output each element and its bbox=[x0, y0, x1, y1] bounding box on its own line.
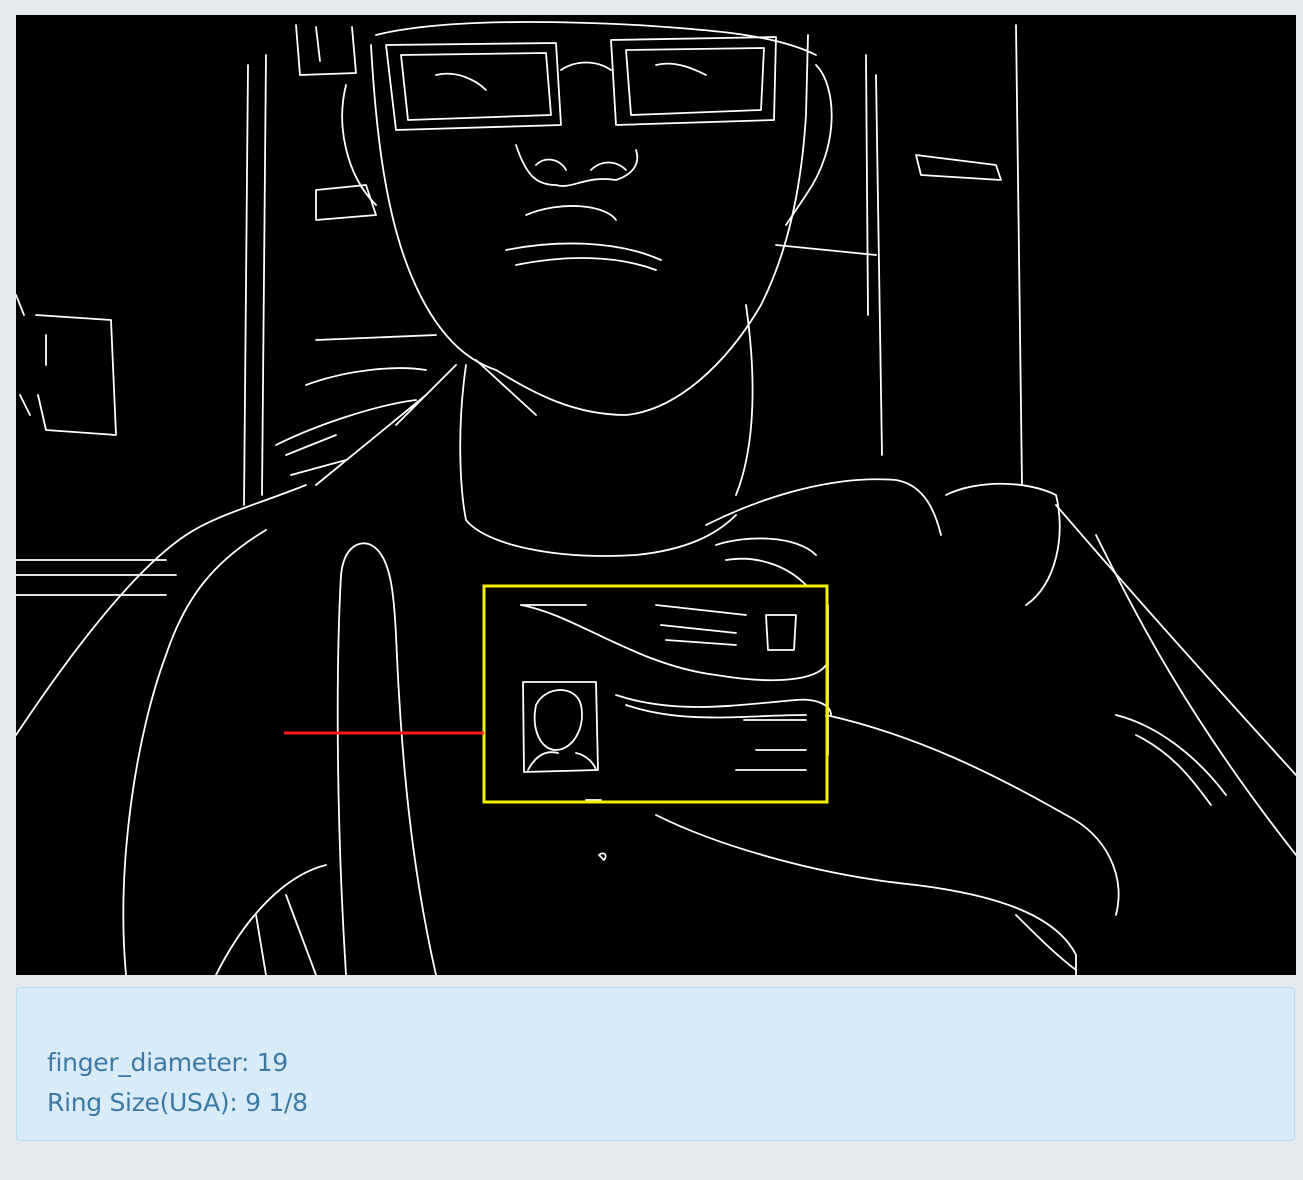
ring-size-text: Ring Size(USA): 9 1/8 bbox=[47, 1088, 308, 1117]
edge-detection-image bbox=[16, 15, 1296, 975]
edge-detection-canvas bbox=[16, 15, 1296, 975]
finger-diameter-text: finger_diameter: 19 bbox=[47, 1048, 288, 1077]
image-background bbox=[16, 15, 1296, 975]
result-alert-panel: finger_diameter: 19 Ring Size(USA): 9 1/… bbox=[16, 987, 1295, 1141]
